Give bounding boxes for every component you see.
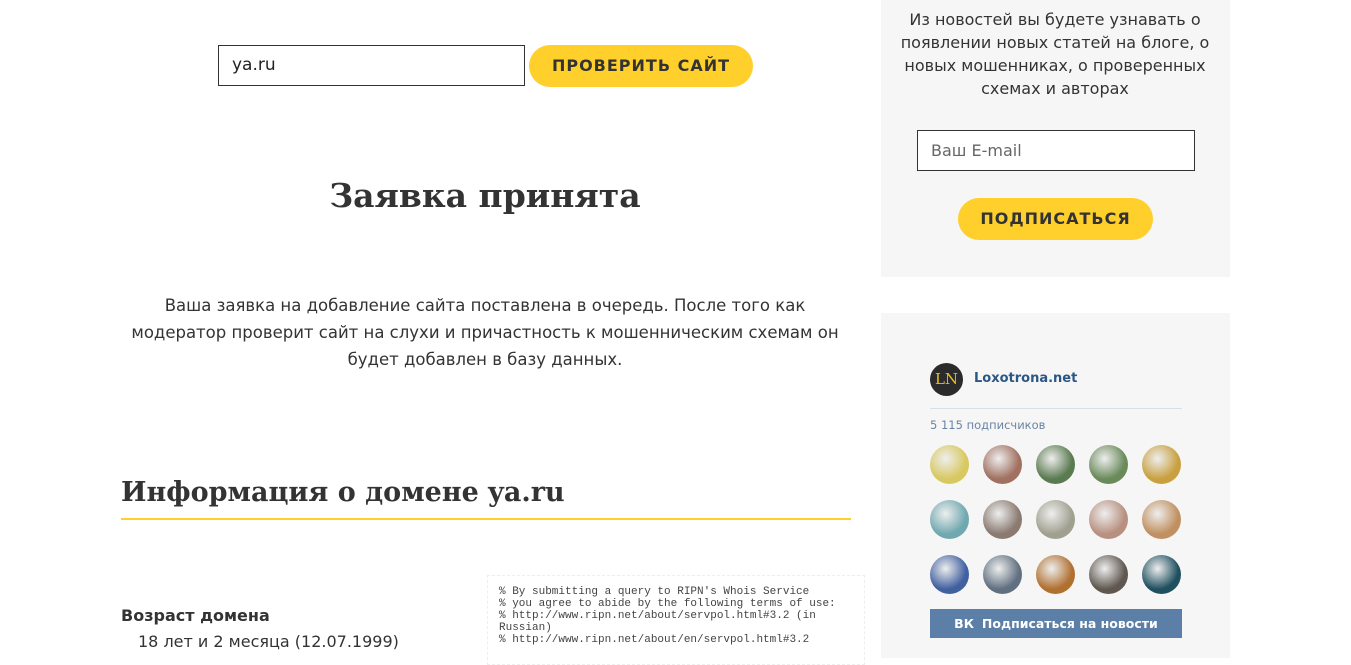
subscriber-avatars bbox=[930, 445, 1184, 594]
group-logo[interactable]: LN bbox=[930, 363, 963, 396]
subscriber-avatar[interactable] bbox=[930, 555, 969, 594]
subscriber-avatar[interactable] bbox=[1036, 555, 1075, 594]
subscriber-avatar[interactable] bbox=[930, 500, 969, 539]
request-message: Ваша заявка на добавление сайта поставле… bbox=[131, 296, 839, 369]
subscriber-avatar[interactable] bbox=[1036, 445, 1075, 484]
vk-subscribe-label: Подписаться на новости bbox=[981, 616, 1158, 631]
subscribe-text: Из новостей вы будете узнавать о появлен… bbox=[900, 10, 1210, 98]
domain-info-heading: Информация о домене ya.ru bbox=[121, 477, 851, 520]
subscriber-avatar[interactable] bbox=[1089, 500, 1128, 539]
vk-icon: ВК bbox=[954, 616, 974, 631]
subscriber-avatar[interactable] bbox=[983, 500, 1022, 539]
subscriber-avatar[interactable] bbox=[1089, 445, 1128, 484]
page-title: Заявка принята bbox=[329, 176, 641, 215]
subscriber-avatar[interactable] bbox=[1142, 555, 1181, 594]
domain-age-value: 18 лет и 2 месяца (12.07.1999) bbox=[138, 632, 399, 651]
subscriber-avatar[interactable] bbox=[930, 445, 969, 484]
check-site-button[interactable]: ПРОВЕРИТЬ САЙТ bbox=[529, 45, 753, 87]
vk-subscribe-button[interactable]: ВК Подписаться на новости bbox=[930, 609, 1182, 638]
subscriber-avatar[interactable] bbox=[1142, 500, 1181, 539]
domain-age-label: Возраст домена bbox=[121, 606, 270, 625]
subscriber-count[interactable]: 5 115 подписчиков bbox=[930, 418, 1045, 432]
email-input[interactable]: Ваш E-mail bbox=[917, 130, 1195, 171]
subscriber-avatar[interactable] bbox=[1089, 555, 1128, 594]
group-name-link[interactable]: Loxotrona.net bbox=[974, 371, 1077, 386]
subscriber-avatar[interactable] bbox=[983, 445, 1022, 484]
subscribe-button[interactable]: ПОДПИСАТЬСЯ bbox=[958, 198, 1153, 240]
subscriber-avatar[interactable] bbox=[1036, 500, 1075, 539]
divider bbox=[930, 408, 1182, 409]
site-input[interactable]: ya.ru bbox=[218, 45, 525, 86]
subscriber-avatar[interactable] bbox=[983, 555, 1022, 594]
subscriber-avatar[interactable] bbox=[1142, 445, 1181, 484]
